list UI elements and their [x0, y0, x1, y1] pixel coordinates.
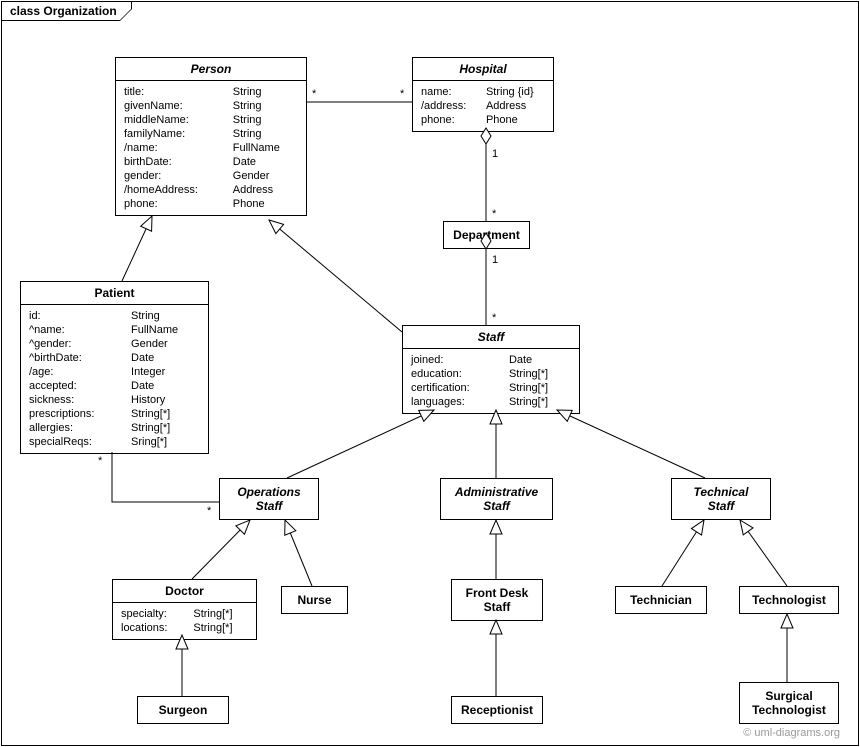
- class-doctor: Doctor specialty:String[*] locations:Str…: [112, 579, 257, 640]
- mult-label: 1: [492, 254, 498, 266]
- class-operations-staff: Operations Staff: [219, 478, 319, 520]
- mult-label: *: [400, 88, 405, 100]
- frame-title: class Organization: [1, 1, 132, 21]
- mult-label: *: [492, 208, 497, 220]
- mult-label: 1: [492, 148, 498, 160]
- attribute-table: title:String givenName:String middleName…: [122, 85, 300, 211]
- class-person: Person title:String givenName:String mid…: [115, 57, 307, 216]
- class-surgical-technologist: Surgical Technologist: [739, 682, 839, 724]
- class-surgeon: Surgeon: [137, 696, 229, 724]
- watermark: © uml-diagrams.org: [743, 727, 840, 739]
- mult-label: *: [98, 455, 103, 467]
- frame-title-text: class Organization: [10, 4, 117, 18]
- mult-label: *: [207, 505, 212, 517]
- class-receptionist: Receptionist: [451, 696, 543, 724]
- class-hospital: Hospital name:String {id} /address:Addre…: [412, 57, 554, 132]
- class-title: Person: [116, 58, 306, 81]
- class-technical-staff: Technical Staff: [671, 478, 771, 520]
- class-nurse: Nurse: [281, 586, 348, 614]
- attribute-table: specialty:String[*] locations:String[*]: [119, 607, 250, 635]
- uml-frame: class Organization Person title:String g…: [1, 1, 859, 746]
- class-department: Department: [443, 221, 530, 249]
- class-patient: Patient id:String ^name:FullName ^gender…: [20, 281, 209, 454]
- class-staff: Staff joined:Date education:String[*] ce…: [402, 325, 580, 414]
- class-frontdesk-staff: Front Desk Staff: [451, 579, 543, 621]
- mult-label: *: [492, 312, 497, 324]
- class-technologist: Technologist: [739, 586, 839, 614]
- mult-label: *: [312, 88, 317, 100]
- attribute-table: joined:Date education:String[*] certific…: [409, 353, 573, 409]
- class-administrative-staff: Administrative Staff: [440, 478, 553, 520]
- class-title: Staff: [403, 326, 579, 349]
- class-title: Hospital: [413, 58, 553, 81]
- attribute-table: name:String {id} /address:Address phone:…: [419, 85, 547, 127]
- class-technician: Technician: [615, 586, 707, 614]
- class-title: Patient: [21, 282, 208, 305]
- attribute-table: id:String ^name:FullName ^gender:Gender …: [27, 309, 202, 449]
- class-title: Doctor: [113, 580, 256, 603]
